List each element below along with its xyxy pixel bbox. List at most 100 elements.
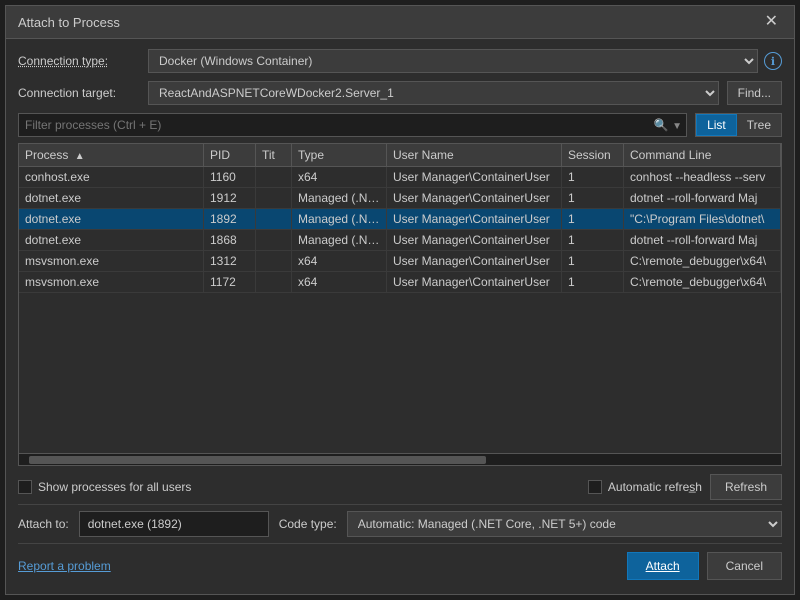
attach-to-process-dialog: Attach to Process ✕ Connection type: Doc… xyxy=(5,5,795,595)
process-table-container: Process ▲ PID Tit Type User Name Session… xyxy=(18,143,782,466)
attach-to-label: Attach to: xyxy=(18,517,69,531)
td-process: conhost.exe xyxy=(19,167,204,187)
attach-row: Attach to: Code type: Automatic: Managed… xyxy=(18,504,782,543)
connection-target-wrap: ReactAndASPNETCoreWDocker2.Server_1 Find… xyxy=(148,81,782,105)
td-type: x64 xyxy=(292,251,387,271)
find-button[interactable]: Find... xyxy=(727,81,782,105)
td-cmdline: C:\remote_debugger\x64\ xyxy=(624,251,781,271)
auto-refresh-label[interactable]: Automatic refres̲h xyxy=(588,480,702,494)
td-cmdline: C:\remote_debugger\x64\ xyxy=(624,272,781,292)
col-header-pid[interactable]: PID xyxy=(204,144,256,166)
table-row[interactable]: msvsmon.exe 1172 x64 User Manager\Contai… xyxy=(19,272,781,293)
show-all-users-text: Show processes for all users xyxy=(38,480,191,494)
auto-refresh-checkbox[interactable] xyxy=(588,480,602,494)
auto-refresh-wrap: Automatic refres̲h Refresh xyxy=(588,474,782,500)
tree-view-button[interactable]: Tree xyxy=(737,114,781,136)
td-pid: 1172 xyxy=(204,272,256,292)
title-bar: Attach to Process ✕ xyxy=(6,6,794,39)
td-tit xyxy=(256,251,292,271)
table-header: Process ▲ PID Tit Type User Name Session… xyxy=(19,144,781,167)
list-view-button[interactable]: List xyxy=(696,114,737,136)
td-type: Managed (.NE... xyxy=(292,188,387,208)
td-cmdline: dotnet --roll-forward Maj xyxy=(624,188,781,208)
td-cmdline: conhost --headless --serv xyxy=(624,167,781,187)
col-header-session[interactable]: Session xyxy=(562,144,624,166)
dialog-title: Attach to Process xyxy=(18,15,120,30)
action-buttons: Attach Cancel xyxy=(627,552,782,580)
col-header-type[interactable]: Type xyxy=(292,144,387,166)
close-button[interactable]: ✕ xyxy=(761,14,782,30)
report-link[interactable]: Report a problem xyxy=(18,559,111,573)
table-row[interactable]: dotnet.exe 1868 Managed (.NE... User Man… xyxy=(19,230,781,251)
table-row[interactable]: conhost.exe 1160 x64 User Manager\Contai… xyxy=(19,167,781,188)
connection-type-label: Connection type: xyxy=(18,54,148,68)
td-session: 1 xyxy=(562,167,624,187)
horizontal-scrollbar[interactable] xyxy=(19,453,781,465)
cancel-button[interactable]: Cancel xyxy=(707,552,782,580)
attach-to-value[interactable] xyxy=(79,511,269,537)
td-tit xyxy=(256,230,292,250)
checkbox-row: Show processes for all users Automatic r… xyxy=(18,466,782,504)
sort-arrow: ▲ xyxy=(75,151,85,162)
td-user: User Manager\ContainerUser xyxy=(387,167,562,187)
td-session: 1 xyxy=(562,188,624,208)
td-process: dotnet.exe xyxy=(19,230,204,250)
td-tit xyxy=(256,167,292,187)
td-user: User Manager\ContainerUser xyxy=(387,230,562,250)
td-pid: 1868 xyxy=(204,230,256,250)
show-all-users-label[interactable]: Show processes for all users xyxy=(18,480,191,494)
auto-refresh-text: Automatic refres̲h xyxy=(608,480,702,494)
td-pid: 1312 xyxy=(204,251,256,271)
code-type-dropdown[interactable]: Automatic: Managed (.NET Core, .NET 5+) … xyxy=(347,511,782,537)
td-tit xyxy=(256,272,292,292)
td-tit xyxy=(256,188,292,208)
connection-type-dropdown[interactable]: Docker (Windows Container) xyxy=(148,49,758,73)
action-row: Report a problem Attach Cancel xyxy=(18,543,782,584)
td-session: 1 xyxy=(562,209,624,229)
td-process: msvsmon.exe xyxy=(19,251,204,271)
bottom-section: Show processes for all users Automatic r… xyxy=(18,466,782,584)
info-icon[interactable]: ℹ xyxy=(764,52,782,70)
table-row[interactable]: dotnet.exe 1912 Managed (.NE... User Man… xyxy=(19,188,781,209)
refresh-button[interactable]: Refresh xyxy=(710,474,782,500)
td-type: Managed (.NE... xyxy=(292,230,387,250)
col-header-user[interactable]: User Name xyxy=(387,144,562,166)
col-header-cmdline[interactable]: Command Line xyxy=(624,144,781,166)
attach-button[interactable]: Attach xyxy=(627,552,699,580)
td-cmdline: "C:\Program Files\dotnet\ xyxy=(624,209,781,229)
td-type: Managed (.NE... xyxy=(292,209,387,229)
code-type-label: Code type: xyxy=(279,517,337,531)
td-cmdline: dotnet --roll-forward Maj xyxy=(624,230,781,250)
td-session: 1 xyxy=(562,230,624,250)
connection-type-row: Connection type: Docker (Windows Contain… xyxy=(18,49,782,73)
td-session: 1 xyxy=(562,251,624,271)
filter-input-wrap: 🔍 ▼ xyxy=(18,113,687,137)
show-all-users-checkbox[interactable] xyxy=(18,480,32,494)
table-row[interactable]: msvsmon.exe 1312 x64 User Manager\Contai… xyxy=(19,251,781,272)
filter-row: 🔍 ▼ List Tree xyxy=(18,113,782,137)
td-type: x64 xyxy=(292,167,387,187)
search-icon-button[interactable]: 🔍 ▼ xyxy=(650,116,686,134)
td-type: x64 xyxy=(292,272,387,292)
td-user: User Manager\ContainerUser xyxy=(387,272,562,292)
table-row[interactable]: dotnet.exe 1892 Managed (.NE... User Man… xyxy=(19,209,781,230)
scrollbar-thumb xyxy=(29,456,486,464)
td-pid: 1892 xyxy=(204,209,256,229)
filter-input[interactable] xyxy=(19,116,650,134)
td-process: dotnet.exe xyxy=(19,209,204,229)
connection-target-row: Connection target: ReactAndASPNETCoreWDo… xyxy=(18,81,782,105)
td-user: User Manager\ContainerUser xyxy=(387,188,562,208)
view-buttons: List Tree xyxy=(695,113,782,137)
col-header-tit[interactable]: Tit xyxy=(256,144,292,166)
connection-type-wrap: Docker (Windows Container) ℹ xyxy=(148,49,782,73)
td-tit xyxy=(256,209,292,229)
td-process: msvsmon.exe xyxy=(19,272,204,292)
td-pid: 1160 xyxy=(204,167,256,187)
td-pid: 1912 xyxy=(204,188,256,208)
td-process: dotnet.exe xyxy=(19,188,204,208)
table-body: conhost.exe 1160 x64 User Manager\Contai… xyxy=(19,167,781,453)
td-user: User Manager\ContainerUser xyxy=(387,251,562,271)
col-header-process[interactable]: Process ▲ xyxy=(19,144,204,166)
td-user: User Manager\ContainerUser xyxy=(387,209,562,229)
connection-target-dropdown[interactable]: ReactAndASPNETCoreWDocker2.Server_1 xyxy=(148,81,719,105)
